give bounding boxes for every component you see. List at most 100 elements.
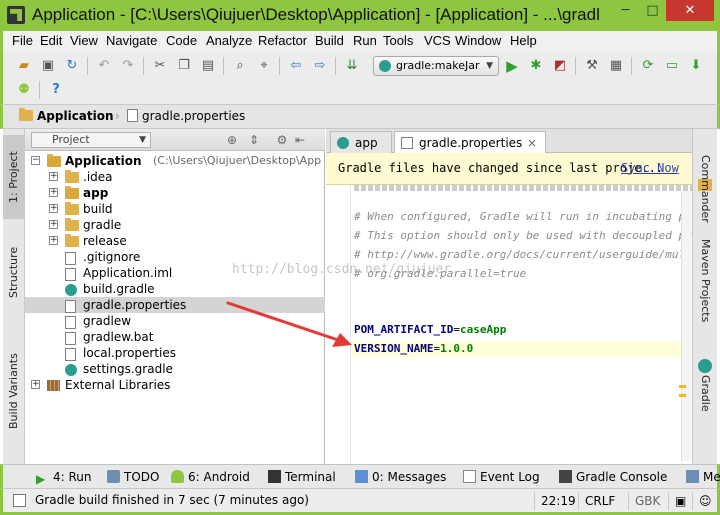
menu-navigate[interactable]: Navigate — [106, 33, 157, 48]
attach-debugger-icon[interactable]: ◩ — [551, 57, 569, 75]
menu-file[interactable]: File — [12, 33, 33, 48]
tool-todo[interactable]: TODO — [107, 469, 159, 485]
expand-toggle-icon[interactable]: + — [49, 220, 58, 229]
file-encoding[interactable]: GBK — [628, 492, 668, 510]
close-tab-icon[interactable]: × — [527, 132, 537, 154]
toggle-tool-windows-icon[interactable] — [13, 494, 26, 507]
tool-run[interactable]: ▶ 4: Run — [36, 469, 92, 486]
menu-refactor[interactable]: Refactor — [258, 33, 307, 48]
copy-icon[interactable]: ❐ — [175, 57, 193, 75]
code-line[interactable]: # When configured, Gradle will run in in… — [354, 209, 692, 225]
tree-item[interactable]: + build — [25, 201, 325, 217]
tab-project[interactable]: 1: Project — [3, 135, 24, 219]
tab-build-variants[interactable]: Build Variants — [3, 341, 24, 441]
paste-icon[interactable]: ▤ — [199, 57, 217, 75]
tool-android[interactable]: 6: Android — [171, 469, 250, 485]
expand-toggle-icon[interactable]: + — [49, 204, 58, 213]
menu-edit[interactable]: Edit — [40, 33, 62, 48]
code-line[interactable]: # org.gradle.parallel=true — [354, 266, 692, 282]
menu-analyze[interactable]: Analyze — [206, 33, 252, 48]
breadcrumb-project[interactable]: Application — [19, 108, 114, 123]
tab-maven-projects[interactable]: Maven Projects — [695, 239, 716, 349]
sdk-manager-icon[interactable]: ⬇ — [687, 57, 705, 75]
synchronize-icon[interactable]: ↻ — [63, 57, 81, 75]
back-arrow-icon[interactable]: ⇦ — [287, 57, 305, 75]
find-icon[interactable]: ⌕ — [231, 57, 249, 75]
code-line[interactable]: # This option should only be used with d… — [354, 228, 692, 244]
tree-item[interactable]: gradle.properties — [25, 297, 325, 313]
project-structure-icon[interactable]: ▦ — [607, 57, 625, 75]
tree-item[interactable]: + .idea — [25, 169, 325, 185]
tree-item[interactable]: + app — [25, 185, 325, 201]
tab-gradle-properties[interactable]: gradle.properties × — [394, 131, 546, 154]
editor-scrollbar[interactable] — [681, 191, 691, 461]
close-window-button[interactable]: ✕ — [666, 0, 714, 21]
scroll-from-source-icon[interactable]: ⊕ — [225, 133, 239, 147]
maximize-button[interactable]: □ — [639, 0, 666, 21]
android-icon[interactable]: ⚉ — [15, 81, 33, 99]
expand-toggle-icon[interactable]: + — [49, 188, 58, 197]
tool-messages[interactable]: 0: Messages — [355, 469, 446, 485]
collapse-all-icon[interactable]: ⇕ — [247, 133, 261, 147]
menu-vcs[interactable]: VCS — [424, 33, 451, 48]
tree-item[interactable]: local.properties — [25, 345, 325, 361]
tab-app[interactable]: app — [330, 131, 392, 153]
tree-item[interactable]: settings.gradle — [25, 361, 325, 377]
debug-icon[interactable]: ✱ — [527, 57, 545, 75]
expand-toggle-icon[interactable]: + — [31, 380, 40, 389]
tree-item[interactable]: + gradle — [25, 217, 325, 233]
tree-item[interactable]: gradlew — [25, 313, 325, 329]
expand-toggle-icon[interactable]: + — [49, 236, 58, 245]
tree-item[interactable]: build.gradle — [25, 281, 325, 297]
menu-help[interactable]: Help — [510, 33, 537, 48]
collapse-toggle-icon[interactable]: − — [31, 156, 40, 165]
tree-item[interactable]: gradlew.bat — [25, 329, 325, 345]
open-folder-icon[interactable]: ▰ — [15, 57, 33, 75]
code-line-current[interactable]: VERSION_NAME=1.0.0 — [352, 341, 698, 357]
menu-code[interactable]: Code — [166, 33, 197, 48]
menu-view[interactable]: View — [70, 33, 98, 48]
save-all-icon[interactable]: ▣ — [39, 57, 57, 75]
gear-icon[interactable]: ⚙ — [275, 133, 289, 147]
tree-item[interactable]: + External Libraries — [25, 377, 325, 393]
run-icon[interactable]: ▶ — [503, 57, 521, 75]
settings-wrench-icon[interactable]: ⚒ — [583, 57, 601, 75]
menu-run[interactable]: Run — [353, 33, 377, 48]
tool-terminal[interactable]: Terminal — [268, 469, 336, 485]
tab-gradle[interactable]: Gradle — [695, 375, 716, 435]
redo-icon[interactable]: ↷ — [119, 57, 137, 75]
tool-gradle-console[interactable]: Gradle Console — [559, 469, 667, 485]
undo-icon[interactable]: ↶ — [95, 57, 113, 75]
replace-icon[interactable]: ⌖ — [255, 57, 273, 75]
cut-icon[interactable]: ✂ — [151, 57, 169, 75]
sync-gradle-icon[interactable]: ⟳ — [639, 57, 657, 75]
tree-item[interactable]: + release — [25, 233, 325, 249]
inspection-icon[interactable]: ☺ — [692, 492, 716, 510]
project-view-select[interactable]: Project ▼ — [31, 132, 151, 148]
forward-arrow-icon[interactable]: ⇨ — [311, 57, 329, 75]
tool-event-log[interactable]: Event Log — [463, 469, 540, 485]
menu-tools[interactable]: Tools — [383, 33, 413, 48]
tree-item[interactable]: Application.iml — [25, 265, 325, 281]
sync-now-link[interactable]: Sync Now — [621, 161, 679, 175]
help-icon[interactable]: ? — [47, 81, 65, 99]
code-line[interactable]: POM_ARTIFACT_ID=caseApp — [354, 322, 692, 338]
tree-item[interactable]: − Application (C:\Users\Qiujuer\Desktop\Ap… — [25, 153, 325, 169]
code-line[interactable]: # http://www.gradle.org/docs/current/use… — [354, 247, 692, 263]
tree-item[interactable]: .gitignore — [25, 249, 325, 265]
caret-position[interactable]: 22:19 — [534, 492, 578, 510]
hide-panel-icon[interactable]: ⇤ — [293, 133, 307, 147]
expand-toggle-icon[interactable]: + — [49, 172, 58, 181]
tool-memory[interactable]: Me — [686, 469, 720, 485]
menu-build[interactable]: Build — [315, 33, 344, 48]
line-separator[interactable]: CRLF ÷ — [578, 492, 628, 515]
avd-manager-icon[interactable]: ▭ — [663, 57, 681, 75]
minimize-button[interactable]: ─ — [612, 0, 639, 21]
make-project-icon[interactable]: ⇊ — [343, 57, 361, 75]
run-configuration-select[interactable]: gradle:makeJar ▼ — [373, 56, 499, 76]
read-only-lock-icon[interactable]: ▣ — [668, 492, 692, 510]
breadcrumb-file[interactable]: gradle.properties — [127, 109, 245, 123]
menu-window[interactable]: Window — [455, 33, 501, 48]
tab-structure[interactable]: Structure — [3, 237, 24, 307]
tab-commander[interactable]: Commander — [695, 155, 716, 237]
